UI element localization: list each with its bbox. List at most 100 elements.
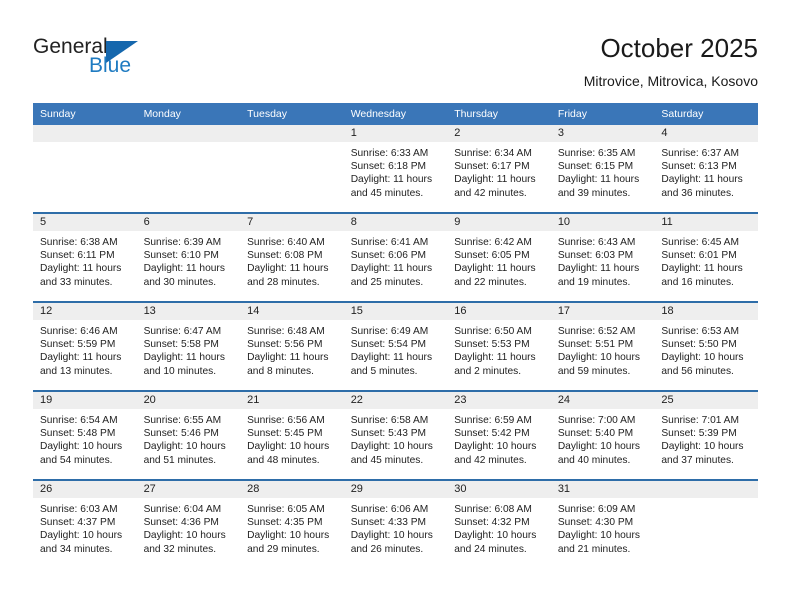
day-detail-daylight1: Daylight: 11 hours (40, 352, 122, 364)
day-number: 16 (447, 303, 551, 320)
day-detail-sunrise: Sunrise: 6:08 AM (454, 504, 532, 515)
day-detail-sunrise: Sunrise: 6:54 AM (40, 415, 118, 426)
day-detail-sunrise: Sunrise: 6:06 AM (350, 504, 429, 515)
calendar-day-cell[interactable]: 22 Sunrise: 6:58 AM Sunset: 5:43 PM Dayligh… (343, 390, 448, 480)
day-detail-daylight2: and 2 minutes. (454, 365, 522, 377)
day-details: Sunrise: 6:37 AM Sunset: 6:13 PM Daylight:… (654, 142, 758, 200)
calendar-day-cell[interactable]: 27 Sunrise: 6:04 AM Sunset: 4:36 PM Dayligh… (136, 479, 241, 568)
brand-logo[interactable]: General Blue (33, 36, 213, 86)
day-detail-daylight2: and 59 minutes. (557, 365, 631, 377)
day-details: Sunrise: 6:42 AM Sunset: 6:05 PM Daylight:… (447, 231, 551, 289)
day-detail-daylight1: Daylight: 10 hours (557, 352, 640, 364)
column-header-thursday: Thursday (447, 103, 551, 125)
day-number: 19 (33, 392, 137, 409)
calendar-day-cell[interactable]: 6 Sunrise: 6:39 AM Sunset: 6:10 PM Daylight… (136, 212, 241, 302)
calendar-day-cell[interactable]: 7 Sunrise: 6:40 AM Sunset: 6:08 PM Daylight… (240, 212, 344, 302)
day-detail-sunrise: Sunrise: 6:43 AM (557, 237, 636, 248)
day-detail-daylight1: Daylight: 10 hours (143, 530, 226, 542)
day-detail-daylight2: and 45 minutes. (350, 187, 424, 199)
day-detail-daylight1: Daylight: 11 hours (350, 352, 433, 364)
day-detail-sunset: Sunset: 5:39 PM (661, 428, 737, 440)
day-detail-daylight2: and 33 minutes. (40, 276, 113, 288)
calendar-day-cell[interactable]: 23 Sunrise: 6:59 AM Sunset: 5:42 PM Dayligh… (447, 390, 551, 480)
day-detail-sunrise: Sunrise: 6:48 AM (247, 326, 325, 337)
calendar-day-cell[interactable]: 15 Sunrise: 6:49 AM Sunset: 5:54 PM Dayligh… (343, 301, 448, 391)
day-number: 1 (343, 125, 448, 142)
calendar-day-cell[interactable]: 25 Sunrise: 7:01 AM Sunset: 5:39 PM Dayligh… (654, 390, 758, 480)
day-detail-daylight2: and 22 minutes. (454, 276, 527, 288)
day-details: Sunrise: 6:52 AM Sunset: 5:51 PM Daylight:… (551, 320, 655, 378)
day-details: Sunrise: 6:58 AM Sunset: 5:43 PM Daylight:… (344, 409, 448, 467)
day-number: 29 (343, 481, 448, 498)
calendar-day-cell[interactable]: 30 Sunrise: 6:08 AM Sunset: 4:32 PM Dayligh… (447, 479, 551, 568)
day-detail-daylight1: Daylight: 10 hours (557, 530, 640, 542)
calendar-day-cell[interactable]: 3 Sunrise: 6:35 AM Sunset: 6:15 PM Daylight… (550, 125, 655, 213)
day-detail-sunrise: Sunrise: 6:41 AM (350, 237, 429, 248)
day-detail-sunset: Sunset: 4:35 PM (247, 517, 323, 529)
day-detail-sunset: Sunset: 5:53 PM (454, 339, 530, 351)
calendar-day-cell (240, 125, 344, 213)
calendar-day-cell[interactable]: 10 Sunrise: 6:43 AM Sunset: 6:03 PM Dayligh… (550, 212, 655, 302)
day-detail-sunset: Sunset: 5:40 PM (557, 428, 634, 440)
day-number: 15 (343, 303, 448, 320)
day-detail-sunset: Sunset: 4:30 PM (557, 517, 634, 529)
day-detail-sunrise: Sunrise: 6:52 AM (557, 326, 636, 337)
day-number: 3 (550, 125, 655, 142)
day-detail-sunrise: Sunrise: 7:01 AM (661, 415, 739, 426)
column-header-wednesday: Wednesday (343, 103, 448, 125)
calendar-day-cell[interactable]: 24 Sunrise: 7:00 AM Sunset: 5:40 PM Dayligh… (550, 390, 655, 480)
page-subtitle: Mitrovice, Mitrovica, Kosovo (583, 73, 758, 89)
day-number (240, 125, 344, 142)
calendar-day-cell[interactable]: 4 Sunrise: 6:37 AM Sunset: 6:13 PM Daylight… (654, 125, 758, 213)
day-detail-sunrise: Sunrise: 6:49 AM (350, 326, 429, 337)
brand-name-blue: Blue (89, 54, 132, 77)
calendar-day-cell[interactable]: 17 Sunrise: 6:52 AM Sunset: 5:51 PM Dayligh… (550, 301, 655, 391)
day-detail-sunset: Sunset: 5:56 PM (247, 339, 323, 351)
day-detail-daylight2: and 34 minutes. (40, 543, 113, 555)
column-header-sunday: Sunday (33, 103, 137, 125)
day-details: Sunrise: 6:50 AM Sunset: 5:53 PM Daylight:… (447, 320, 551, 378)
calendar-day-cell[interactable]: 1 Sunrise: 6:33 AM Sunset: 6:18 PM Daylight… (343, 125, 448, 213)
calendar-day-cell[interactable]: 26 Sunrise: 6:03 AM Sunset: 4:37 PM Dayligh… (33, 479, 137, 568)
day-detail-daylight1: Daylight: 11 hours (247, 263, 329, 275)
day-detail-sunrise: Sunrise: 6:09 AM (557, 504, 636, 515)
calendar-body: 1 Sunrise: 6:33 AM Sunset: 6:18 PM Daylight… (33, 125, 758, 568)
calendar-day-cell[interactable]: 11 Sunrise: 6:45 AM Sunset: 6:01 PM Dayligh… (654, 212, 758, 302)
calendar-day-cell[interactable]: 13 Sunrise: 6:47 AM Sunset: 5:58 PM Dayligh… (136, 301, 241, 391)
day-detail-daylight1: Daylight: 11 hours (454, 263, 536, 275)
day-details: Sunrise: 6:33 AM Sunset: 6:18 PM Daylight:… (344, 142, 448, 200)
day-detail-daylight1: Daylight: 11 hours (143, 263, 225, 275)
calendar-day-cell[interactable]: 16 Sunrise: 6:50 AM Sunset: 5:53 PM Dayligh… (447, 301, 551, 391)
day-number: 7 (240, 214, 344, 231)
calendar-day-cell[interactable]: 14 Sunrise: 6:48 AM Sunset: 5:56 PM Dayligh… (240, 301, 344, 391)
calendar-day-cell[interactable]: 21 Sunrise: 6:56 AM Sunset: 5:45 PM Dayligh… (240, 390, 344, 480)
calendar-day-cell[interactable]: 19 Sunrise: 6:54 AM Sunset: 5:48 PM Dayligh… (33, 390, 137, 480)
calendar-day-cell[interactable]: 31 Sunrise: 6:09 AM Sunset: 4:30 PM Dayligh… (550, 479, 655, 568)
calendar-day-cell (136, 125, 241, 213)
calendar-day-cell[interactable]: 28 Sunrise: 6:05 AM Sunset: 4:35 PM Dayligh… (240, 479, 344, 568)
day-detail-sunset: Sunset: 6:08 PM (247, 250, 323, 262)
calendar-day-cell[interactable]: 12 Sunrise: 6:46 AM Sunset: 5:59 PM Dayligh… (33, 301, 137, 391)
calendar-day-cell[interactable]: 2 Sunrise: 6:34 AM Sunset: 6:17 PM Daylight… (447, 125, 551, 213)
day-detail-daylight2: and 28 minutes. (247, 276, 320, 288)
calendar-day-cell[interactable]: 18 Sunrise: 6:53 AM Sunset: 5:50 PM Dayligh… (654, 301, 758, 391)
day-details: Sunrise: 6:46 AM Sunset: 5:59 PM Daylight:… (33, 320, 137, 378)
calendar-day-cell (33, 125, 137, 213)
calendar-day-cell[interactable]: 9 Sunrise: 6:42 AM Sunset: 6:05 PM Daylight… (447, 212, 551, 302)
day-detail-daylight2: and 10 minutes. (143, 365, 217, 377)
day-detail-daylight2: and 19 minutes. (557, 276, 631, 288)
calendar-day-cell[interactable]: 5 Sunrise: 6:38 AM Sunset: 6:11 PM Daylight… (33, 212, 137, 302)
day-detail-daylight2: and 16 minutes. (661, 276, 734, 288)
calendar-header-row: Sunday Monday Tuesday Wednesday Thursday… (33, 103, 758, 125)
day-number: 25 (654, 392, 758, 409)
day-detail-daylight1: Daylight: 11 hours (247, 352, 329, 364)
day-details: Sunrise: 7:00 AM Sunset: 5:40 PM Daylight:… (551, 409, 655, 467)
day-number: 17 (550, 303, 655, 320)
calendar-day-cell[interactable]: 29 Sunrise: 6:06 AM Sunset: 4:33 PM Dayligh… (343, 479, 448, 568)
day-number: 14 (240, 303, 344, 320)
calendar-day-cell[interactable]: 8 Sunrise: 6:41 AM Sunset: 6:06 PM Daylight… (343, 212, 448, 302)
day-detail-daylight2: and 21 minutes. (557, 543, 631, 555)
calendar-day-cell[interactable]: 20 Sunrise: 6:55 AM Sunset: 5:46 PM Dayligh… (136, 390, 241, 480)
day-number: 11 (654, 214, 758, 231)
day-detail-daylight2: and 25 minutes. (350, 276, 424, 288)
